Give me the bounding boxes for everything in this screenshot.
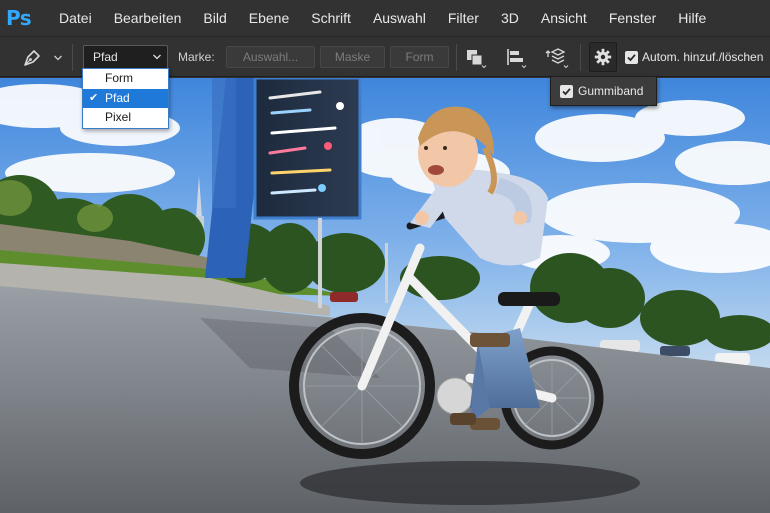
auswahl-button[interactable]: Auswahl... bbox=[226, 46, 315, 68]
chevron-down-icon bbox=[153, 54, 161, 60]
menu-filter[interactable]: Filter bbox=[437, 0, 490, 36]
menu-fenster[interactable]: Fenster bbox=[598, 0, 667, 36]
photoshop-logo: Ps bbox=[6, 6, 32, 30]
marke-label: Marke: bbox=[178, 50, 215, 64]
gear-icon bbox=[594, 48, 612, 66]
checkmark-icon bbox=[627, 54, 636, 62]
menu-auswahl[interactable]: Auswahl bbox=[362, 0, 437, 36]
path-settings-flyout: Gummiband bbox=[550, 76, 657, 106]
menu-bearbeiten[interactable]: Bearbeiten bbox=[103, 0, 193, 36]
photo-child-on-bike bbox=[0, 78, 770, 513]
auto-add-delete-checkbox[interactable] bbox=[625, 51, 638, 64]
chevron-down-icon[interactable] bbox=[53, 53, 63, 63]
path-arrangement-icon[interactable] bbox=[544, 45, 570, 69]
tool-mode-value: Pfad bbox=[93, 50, 118, 64]
menu-3d[interactable]: 3D bbox=[490, 0, 530, 36]
tool-mode-option-pixel[interactable]: Pixel bbox=[83, 108, 168, 128]
checkmark-icon: ✔ bbox=[89, 91, 99, 104]
form-button[interactable]: Form bbox=[390, 46, 449, 68]
menu-ansicht[interactable]: Ansicht bbox=[530, 0, 598, 36]
separator bbox=[72, 44, 73, 71]
settings-button[interactable] bbox=[589, 42, 617, 72]
separator bbox=[580, 44, 581, 71]
auto-add-delete-label: Autom. hinzuf./löschen bbox=[642, 50, 764, 64]
tool-mode-select[interactable]: Pfad bbox=[83, 45, 168, 69]
checkmark-icon bbox=[562, 88, 571, 96]
separator bbox=[456, 44, 457, 71]
menu-datei[interactable]: Datei bbox=[48, 0, 103, 36]
menu-schrift[interactable]: Schrift bbox=[300, 0, 362, 36]
maske-button[interactable]: Maske bbox=[320, 46, 385, 68]
path-alignment-icon[interactable] bbox=[504, 45, 528, 69]
menu-bar: Ps Datei Bearbeiten Bild Ebene Schrift A… bbox=[0, 0, 770, 36]
rubber-band-label: Gummiband bbox=[578, 84, 644, 98]
tool-mode-dropdown-list: Form ✔ Pfad Pixel bbox=[82, 68, 169, 129]
document-canvas[interactable] bbox=[0, 78, 770, 513]
pen-tool-icon[interactable] bbox=[22, 45, 44, 69]
menu-hilfe[interactable]: Hilfe bbox=[667, 0, 717, 36]
menu-ebene[interactable]: Ebene bbox=[238, 0, 300, 36]
path-operations-icon[interactable] bbox=[464, 45, 488, 69]
tool-mode-option-pfad[interactable]: ✔ Pfad bbox=[83, 88, 168, 109]
rubber-band-checkbox[interactable] bbox=[560, 85, 573, 98]
menu-bild[interactable]: Bild bbox=[192, 0, 237, 36]
tool-mode-option-form[interactable]: Form bbox=[83, 69, 168, 89]
